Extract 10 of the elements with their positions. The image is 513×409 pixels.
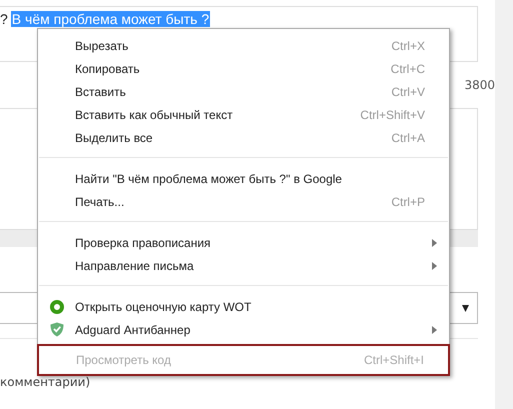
shortcut-label: Ctrl+V — [391, 84, 425, 98]
shortcut-label: Ctrl+C — [390, 62, 425, 76]
selected-text: В чём проблема может быть ? — [10, 11, 210, 27]
comment-label: комментарии) — [0, 375, 92, 389]
shortcut-label: Ctrl+X — [391, 38, 425, 52]
shortcut-label: Ctrl+Shift+V — [360, 108, 425, 122]
shortcut-label: Ctrl+A — [391, 130, 425, 144]
shortcut-label: Ctrl+P — [391, 194, 425, 208]
shortcut-label: Ctrl+Shift+I — [364, 353, 424, 367]
character-counter: 3800 — [464, 77, 495, 94]
